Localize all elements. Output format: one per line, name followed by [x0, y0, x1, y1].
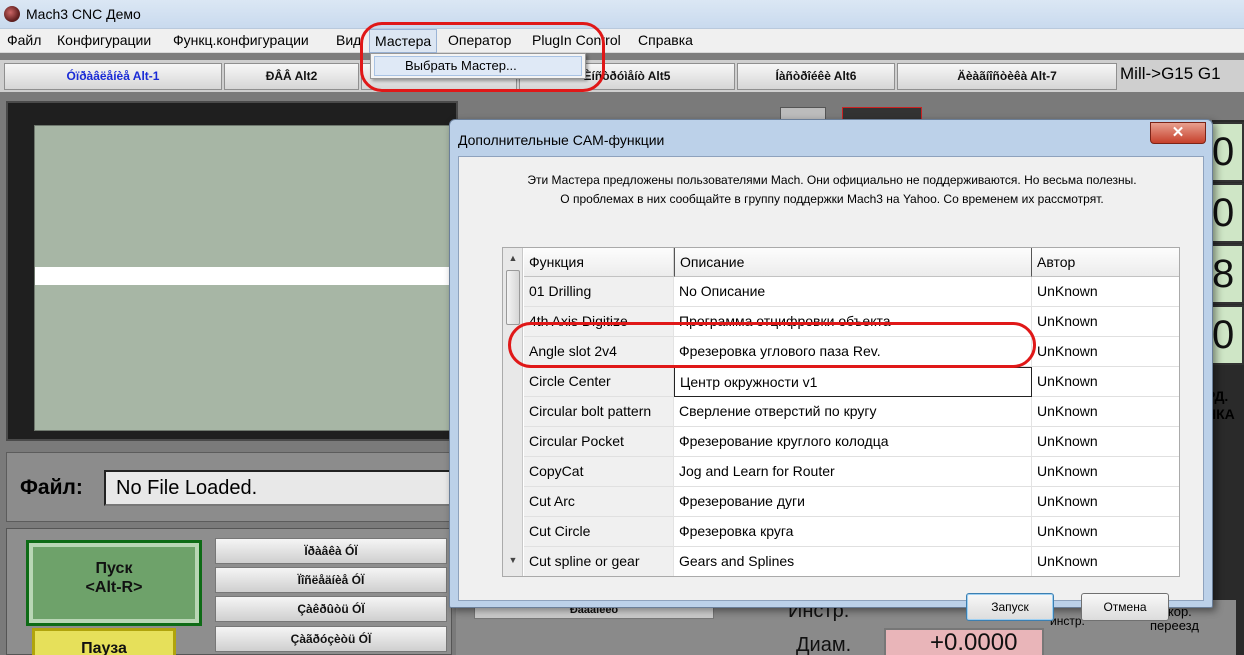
tab-mdi[interactable]: ÐÂÂ Alt2 — [224, 63, 359, 90]
cell-author: UnKnown — [1032, 457, 1179, 487]
menu-func-configurations[interactable]: Функц.конфигурации — [168, 29, 314, 53]
tab-diagnostics[interactable]: Äèàãíîñòèêà Alt-7 — [897, 63, 1117, 90]
menu-wizards[interactable]: Мастера — [369, 29, 438, 53]
cell-function: Circular Pocket — [524, 427, 674, 457]
menu-view[interactable]: Вид — [331, 29, 366, 53]
cell-function: Circular bolt pattern — [524, 397, 674, 427]
edit-gcode-button[interactable]: Ïðàâêà ÓÏ — [215, 538, 447, 564]
table-row[interactable]: 01 Drilling No Описание UnKnown — [524, 277, 1179, 307]
menu-bar: Файл Конфигурации Функц.конфигурации Вид… — [0, 29, 1244, 53]
run-button[interactable]: Запуск — [966, 593, 1054, 621]
cell-function: Angle slot 2v4 — [524, 337, 674, 367]
scroll-down-icon[interactable]: ▼ — [505, 552, 521, 568]
cell-function: Cut Arc — [524, 487, 674, 517]
cell-author: UnKnown — [1032, 547, 1179, 576]
window-title: Mach3 CNC Демо — [26, 6, 141, 22]
table-row[interactable]: Cut Circle Фрезеровка круга UnKnown — [524, 517, 1179, 547]
scroll-thumb[interactable] — [506, 270, 520, 325]
description-line-2: О проблемах в них сообщайте в группу под… — [560, 192, 1104, 206]
screen-tab-strip: Óïðàâëåíèå Alt-1 ÐÂÂ Alt2 Èíñòðóìåíò Alt… — [0, 60, 1244, 92]
file-label: Файл: — [20, 476, 83, 499]
menu-file[interactable]: Файл — [2, 29, 46, 53]
cell-description: Фрезерование круглого колодца — [674, 427, 1032, 457]
table-row[interactable]: Circular Pocket Фрезерование круглого ко… — [524, 427, 1179, 457]
table-header: Функция Описание Автор — [524, 248, 1179, 277]
wizards-dropdown: Выбрать Мастер... — [370, 53, 586, 79]
wizard-table: ▲ ▼ Функция Описание Автор 01 Drilling N… — [502, 247, 1180, 577]
cycle-start-hotkey: <Alt-R> — [85, 579, 143, 596]
close-button[interactable]: ✕ — [1150, 122, 1206, 144]
file-name-field: No File Loaded. — [104, 470, 452, 506]
cell-function: Circle Center — [524, 367, 674, 397]
tab-settings[interactable]: Íàñòðîéêè Alt6 — [737, 63, 895, 90]
close-gcode-button[interactable]: Çàêðûòü ÓÏ — [215, 596, 447, 622]
cycle-start-label: Пуск — [95, 560, 133, 577]
cell-description: Программа отцифровки объекта — [674, 307, 1032, 337]
cell-function: 01 Drilling — [524, 277, 674, 307]
column-header-author[interactable]: Автор — [1032, 248, 1179, 277]
cell-description: Jog and Learn for Router — [674, 457, 1032, 487]
pause-button[interactable]: Пауза — [32, 628, 176, 655]
cell-description: No Описание — [674, 277, 1032, 307]
scroll-up-icon[interactable]: ▲ — [505, 250, 521, 266]
menu-plugin-control[interactable]: PlugIn Control — [527, 29, 626, 53]
table-row[interactable]: Circular bolt pattern Сверление отверсти… — [524, 397, 1179, 427]
cell-author: UnKnown — [1032, 427, 1179, 457]
toolpath-stripe — [35, 267, 449, 285]
title-bar: Mach3 CNC Демо — [0, 0, 1244, 29]
close-icon: ✕ — [1171, 124, 1185, 141]
cell-author: UnKnown — [1032, 367, 1179, 397]
recent-file-button[interactable]: Ïîñëåäíèå ÓÏ — [215, 567, 447, 593]
diameter-label: Диам. — [796, 634, 852, 655]
table-row[interactable]: Cut Arc Фрезерование дуги UnKnown — [524, 487, 1179, 517]
column-header-description[interactable]: Описание — [674, 248, 1032, 277]
menu-item-select-wizard[interactable]: Выбрать Мастер... — [374, 56, 582, 76]
cell-author: UnKnown — [1032, 397, 1179, 427]
cell-author: UnKnown — [1032, 517, 1179, 547]
cell-function: 4th Axis Digitize — [524, 307, 674, 337]
cell-description: Фрезеровка углового паза Rev. — [674, 337, 1032, 367]
dro-x[interactable]: 0 — [1208, 122, 1244, 182]
dialog-client-area: Эти Мастера предложены пользователями Ma… — [458, 156, 1205, 621]
table-row[interactable]: CopyCat Jog and Learn for Router UnKnown — [524, 457, 1179, 487]
cancel-button[interactable]: Отмена — [1081, 593, 1169, 621]
cell-description-edit[interactable]: Центр окружности v1 — [674, 367, 1032, 397]
tool-change-label: инстр. — [1050, 614, 1085, 628]
cell-description: Фрезерование дуги — [674, 487, 1032, 517]
menu-operator[interactable]: Оператор — [443, 29, 516, 53]
menu-configurations[interactable]: Конфигурации — [52, 29, 156, 53]
table-row-selected[interactable]: Circle Center Центр окружности v1 UnKnow… — [524, 367, 1179, 397]
table-row[interactable]: Angle slot 2v4 Фрезеровка углового паза … — [524, 337, 1179, 367]
diameter-field[interactable]: +0.0000 — [884, 628, 1044, 655]
vertical-scrollbar[interactable]: ▲ ▼ — [503, 248, 523, 576]
column-header-function[interactable]: Функция — [524, 248, 674, 277]
table-row[interactable]: 4th Axis Digitize Программа отцифровки о… — [524, 307, 1179, 337]
table-row[interactable]: Cut spline or gear Gears and Splines UnK… — [524, 547, 1179, 576]
cam-functions-dialog: Дополнительные CAM-функции ✕ Эти Мастера… — [449, 119, 1213, 621]
cell-author: UnKnown — [1032, 487, 1179, 517]
menu-help[interactable]: Справка — [633, 29, 698, 53]
load-gcode-button[interactable]: Çàãðóçèòü ÓÏ — [215, 626, 447, 652]
description-line-1: Эти Мастера предложены пользователями Ma… — [527, 173, 1137, 187]
cell-function: Cut Circle — [524, 517, 674, 547]
cycle-start-button[interactable]: Пуск <Alt-R> — [26, 540, 202, 626]
cell-description: Фрезеровка круга — [674, 517, 1032, 547]
dro-y[interactable]: 0 — [1208, 183, 1244, 243]
gcode-status: Mill->G15 G1 — [1120, 64, 1221, 83]
cell-author: UnKnown — [1032, 337, 1179, 367]
cell-function: CopyCat — [524, 457, 674, 487]
cell-description: Сверление отверстий по кругу — [674, 397, 1032, 427]
dro-a[interactable]: 0 — [1208, 305, 1244, 365]
dialog-title: Дополнительные CAM-функции — [458, 132, 665, 148]
cell-author: UnKnown — [1032, 277, 1179, 307]
cell-description: Gears and Splines — [674, 547, 1032, 576]
app-icon — [4, 6, 20, 22]
toolpath-display[interactable] — [34, 125, 450, 431]
dialog-description: Эти Мастера предложены пользователями Ma… — [459, 171, 1205, 209]
cell-function: Cut spline or gear — [524, 547, 674, 576]
tab-control[interactable]: Óïðàâëåíèå Alt-1 — [4, 63, 222, 90]
dro-z[interactable]: 8 — [1208, 244, 1244, 304]
cell-author: UnKnown — [1032, 307, 1179, 337]
